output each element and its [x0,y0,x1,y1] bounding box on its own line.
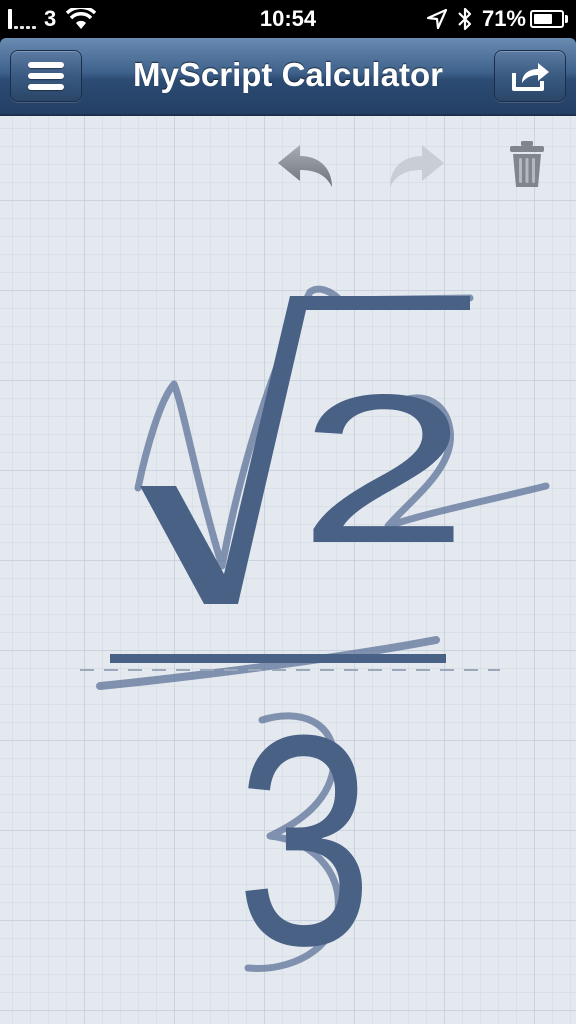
denominator-digit: 3 [236,674,373,1009]
math-expression: 2 3 [80,285,550,1009]
fraction-bar [110,654,446,663]
radicand-digit: 2 [298,350,469,587]
